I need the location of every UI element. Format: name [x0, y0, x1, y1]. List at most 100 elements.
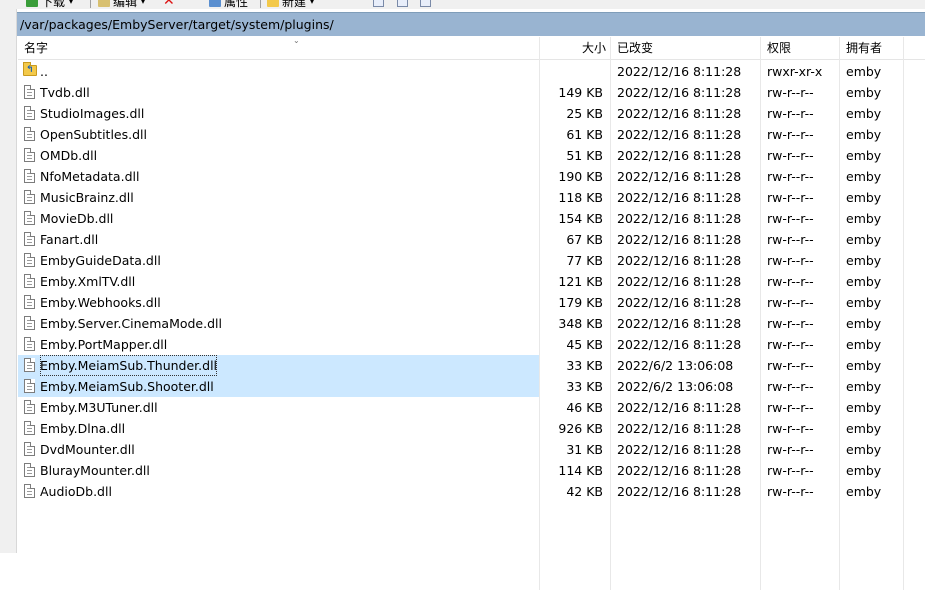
file-modified: 2022/12/16 8:11:28: [617, 232, 742, 247]
edit-button[interactable]: 编辑 ▾: [98, 0, 145, 9]
chevron-down-icon: ▾: [310, 0, 315, 6]
file-permissions: rw-r--r--: [767, 316, 814, 331]
file-size: 33 KB: [566, 379, 603, 394]
delete-button[interactable]: ✕: [163, 0, 175, 9]
edit-label: 编辑: [113, 0, 138, 9]
file-permissions: rw-r--r--: [767, 337, 814, 352]
file-row[interactable]: EmbyGuideData.dll 77 KB 2022/12/16 8:11:28…: [18, 250, 925, 271]
file-permissions: rw-r--r--: [767, 274, 814, 289]
file-row[interactable]: AudioDb.dll 42 KB 2022/12/16 8:11:28 rw-r--…: [18, 481, 925, 502]
column-modified[interactable]: 已改变: [617, 37, 653, 59]
path-bar[interactable]: /var/packages/EmbyServer/target/system/p…: [17, 12, 925, 36]
toolbar: 下载 ▾ 编辑 ▾ ✕ 属性 新建 ▾: [0, 0, 925, 9]
file-modified: 2022/12/16 8:11:28: [617, 127, 742, 142]
file-size: 77 KB: [566, 253, 603, 268]
file-permissions: rw-r--r--: [767, 106, 814, 121]
new-button[interactable]: 新建 ▾: [267, 0, 315, 9]
toolbar-small-button-3[interactable]: [420, 0, 431, 7]
file-row[interactable]: Emby.Webhooks.dll 179 KB 2022/12/16 8:11:2…: [18, 292, 925, 313]
file-owner: emby: [846, 358, 882, 373]
column-owner[interactable]: 拥有者: [846, 37, 882, 59]
file-row[interactable]: MusicBrainz.dll 118 KB 2022/12/16 8:11:28 r…: [18, 187, 925, 208]
file-size: 190 KB: [558, 169, 603, 184]
file-row[interactable]: Emby.Dlna.dll 926 KB 2022/12/16 8:11:28 rw-…: [18, 418, 925, 439]
file-row[interactable]: Emby.M3UTuner.dll 46 KB 2022/12/16 8:11:28…: [18, 397, 925, 418]
file-row[interactable]: NfoMetadata.dll 190 KB 2022/12/16 8:11:28 r…: [18, 166, 925, 187]
column-size[interactable]: 大小: [540, 37, 606, 59]
file-modified: 2022/12/16 8:11:28: [617, 316, 742, 331]
file-owner: emby: [846, 253, 882, 268]
file-size: 51 KB: [566, 148, 603, 163]
file-row[interactable]: Emby.PortMapper.dll 45 KB 2022/12/16 8:11:…: [18, 334, 925, 355]
file-owner: emby: [846, 106, 882, 121]
file-size: 31 KB: [566, 442, 603, 457]
file-size: 25 KB: [566, 106, 603, 121]
file-size: 348 KB: [558, 316, 603, 331]
file-modified: 2022/12/16 8:11:28: [617, 337, 742, 352]
file-permissions: rw-r--r--: [767, 232, 814, 247]
file-row[interactable]: ↰.. 2022/12/16 8:11:28 rwxr-xr-x emby: [18, 61, 925, 82]
file-row[interactable]: Emby.XmlTV.dll 121 KB 2022/12/16 8:11:28 rw…: [18, 271, 925, 292]
file-permissions: rw-r--r--: [767, 442, 814, 457]
edit-icon: [98, 0, 110, 7]
file-row[interactable]: Tvdb.dll 149 KB 2022/12/16 8:11:28 rw-r--r-…: [18, 82, 925, 103]
file-permissions: rw-r--r--: [767, 85, 814, 100]
column-permissions[interactable]: 权限: [767, 37, 791, 59]
file-owner: emby: [846, 211, 882, 226]
file-permissions: rw-r--r--: [767, 127, 814, 142]
column-modified-label: 已改变: [617, 41, 654, 55]
file-modified: 2022/12/16 8:11:28: [617, 463, 742, 478]
file-size: 45 KB: [566, 337, 603, 352]
toolbar-separator: [260, 0, 261, 8]
file-modified: 2022/12/16 8:11:28: [617, 106, 742, 121]
file-permissions: rw-r--r--: [767, 148, 814, 163]
file-modified: 2022/6/2 13:06:08: [617, 379, 734, 394]
file-list: ↰.. 2022/12/16 8:11:28 rwxr-xr-x emby Tvdb.d…: [18, 61, 925, 502]
file-row[interactable]: StudioImages.dll 25 KB 2022/12/16 8:11:28 r…: [18, 103, 925, 124]
file-modified: 2022/12/16 8:11:28: [617, 484, 742, 499]
properties-button[interactable]: 属性: [209, 0, 249, 9]
file-row[interactable]: Emby.Server.CinemaMode.dll 348 KB 2022/12/…: [18, 313, 925, 334]
file-size: 61 KB: [566, 127, 603, 142]
file-permissions: rw-r--r--: [767, 421, 814, 436]
file-modified: 2022/12/16 8:11:28: [617, 169, 742, 184]
file-modified: 2022/12/16 8:11:28: [617, 148, 742, 163]
download-button[interactable]: 下载 ▾: [26, 0, 74, 9]
column-name-label: 名字: [24, 41, 49, 55]
file-row[interactable]: DvdMounter.dll 31 KB 2022/12/16 8:11:28 rw-…: [18, 439, 925, 460]
file-row[interactable]: Emby.MeiamSub.Thunder.dll 33 KB 2022/6/2 1…: [18, 355, 925, 376]
file-row[interactable]: OpenSubtitles.dll 61 KB 2022/12/16 8:11:28…: [18, 124, 925, 145]
file-owner: emby: [846, 316, 882, 331]
file-modified: 2022/12/16 8:11:28: [617, 211, 742, 226]
file-permissions: rw-r--r--: [767, 295, 814, 310]
file-row[interactable]: BlurayMounter.dll 114 KB 2022/12/16 8:11:2…: [18, 460, 925, 481]
new-folder-icon: [267, 0, 279, 7]
properties-icon: [209, 0, 221, 7]
column-size-label: 大小: [581, 41, 606, 55]
file-size: 149 KB: [558, 85, 603, 100]
file-row[interactable]: Emby.MeiamSub.Shooter.dll 33 KB 2022/6/2 1…: [18, 376, 925, 397]
file-owner: emby: [846, 484, 882, 499]
file-size: 154 KB: [558, 211, 603, 226]
file-modified: 2022/12/16 8:11:28: [617, 190, 742, 205]
toolbar-small-button-1[interactable]: [373, 0, 384, 7]
file-size: 179 KB: [558, 295, 603, 310]
file-row[interactable]: OMDb.dll 51 KB 2022/12/16 8:11:28 rw-r--r--…: [18, 145, 925, 166]
download-label: 下载: [41, 0, 66, 9]
file-owner: emby: [846, 295, 882, 310]
sort-caret-icon: ⌄: [293, 36, 300, 45]
file-owner: emby: [846, 190, 882, 205]
properties-label: 属性: [224, 0, 249, 9]
file-modified: 2022/12/16 8:11:28: [617, 421, 742, 436]
column-name[interactable]: 名字: [24, 37, 48, 59]
file-row[interactable]: MovieDb.dll 154 KB 2022/12/16 8:11:28 rw-r-…: [18, 208, 925, 229]
toolbar-small-button-2[interactable]: [397, 0, 408, 7]
file-owner: emby: [846, 337, 882, 352]
file-owner: emby: [846, 169, 882, 184]
chevron-down-icon: ▾: [69, 0, 74, 6]
file-permissions: rw-r--r--: [767, 211, 814, 226]
file-modified: 2022/12/16 8:11:28: [617, 400, 742, 415]
file-owner: emby: [846, 274, 882, 289]
file-row[interactable]: Fanart.dll 67 KB 2022/12/16 8:11:28 rw-r--r…: [18, 229, 925, 250]
file-owner: emby: [846, 421, 882, 436]
